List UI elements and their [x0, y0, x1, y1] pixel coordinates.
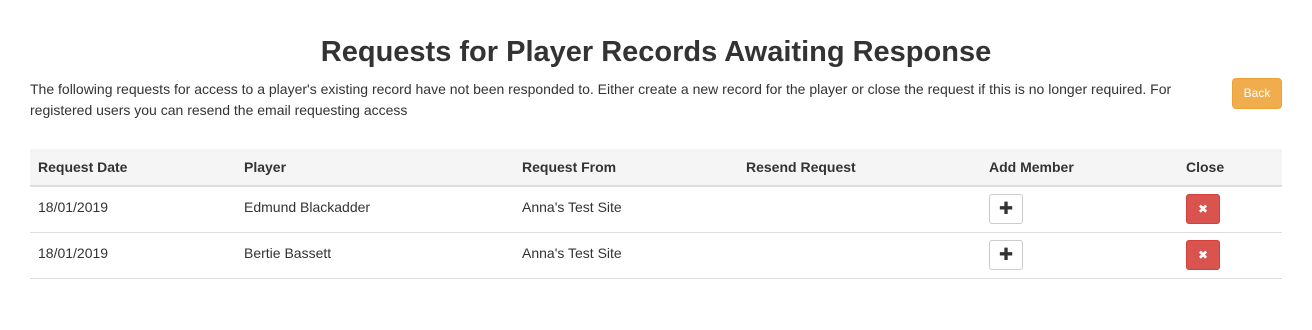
column-header-close: Close — [1178, 149, 1282, 187]
table-row: 18/01/2019 Edmund Blackadder Anna's Test… — [30, 186, 1282, 233]
request-from-cell: Anna's Test Site — [514, 186, 738, 233]
request-from-cell: Anna's Test Site — [514, 232, 738, 279]
x-icon: ✖ — [1197, 202, 1209, 217]
x-icon: ✖ — [1197, 248, 1209, 262]
close-request-button[interactable]: ✖ — [1186, 240, 1220, 270]
close-cell: ✖ — [1178, 232, 1282, 279]
column-header-player: Player — [236, 149, 514, 187]
player-cell: Bertie Bassett — [236, 232, 514, 279]
add-member-button[interactable]: ✚ — [989, 194, 1023, 225]
resend-request-cell — [738, 232, 981, 279]
plus-icon: ✚ — [998, 198, 1014, 219]
column-header-request-date: Request Date — [30, 149, 236, 187]
add-member-cell: ✚ — [981, 232, 1178, 279]
table-header-row: Request Date Player Request From Resend … — [30, 149, 1282, 187]
column-header-request-from: Request From — [514, 149, 738, 187]
add-member-button[interactable]: ✚ — [989, 240, 1023, 270]
request-date-cell: 18/01/2019 — [30, 232, 236, 279]
table-row: 18/01/2019 Bertie Bassett Anna's Test Si… — [30, 232, 1282, 279]
page-title: Requests for Player Records Awaiting Res… — [320, 36, 992, 68]
column-header-resend-request: Resend Request — [738, 149, 981, 187]
resend-request-cell — [738, 186, 981, 233]
player-cell: Edmund Blackadder — [236, 186, 514, 233]
add-member-cell: ✚ — [981, 186, 1178, 233]
close-cell: ✖ — [1178, 186, 1282, 233]
page-description: The following requests for access to a p… — [30, 81, 1172, 118]
close-request-button[interactable]: ✖ — [1186, 194, 1220, 225]
back-button[interactable]: Back — [1232, 78, 1282, 109]
column-header-add-member: Add Member — [981, 149, 1178, 187]
request-date-cell: 18/01/2019 — [30, 186, 236, 233]
requests-table: Request Date Player Request From Resend … — [30, 149, 1282, 279]
plus-icon: ✚ — [998, 244, 1014, 265]
